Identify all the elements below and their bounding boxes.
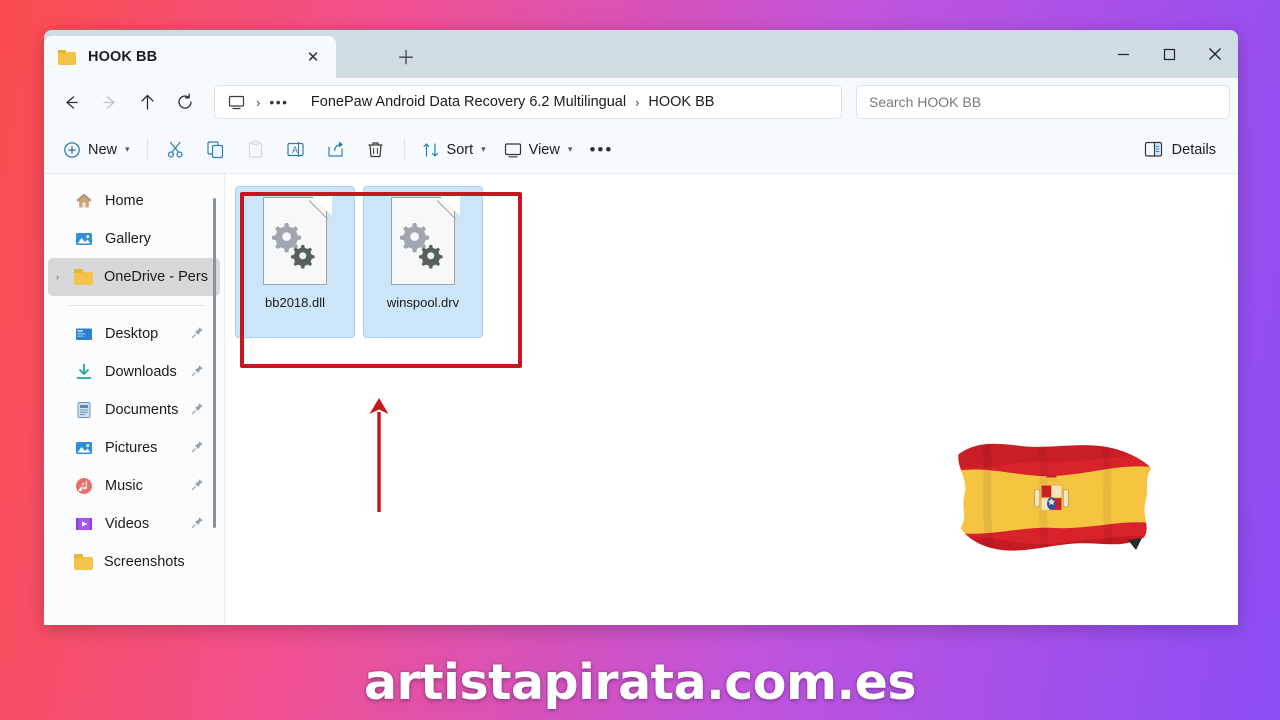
vertical-scrollbar[interactable]: [213, 198, 216, 528]
view-button[interactable]: View ▾: [495, 133, 582, 167]
delete-button[interactable]: [356, 133, 396, 167]
paste-button: [236, 133, 276, 167]
folder-icon: [58, 49, 76, 65]
sidebar-item-label: Documents: [105, 402, 179, 418]
window-body: Home Gallery › OneDrive - Pers Desktop D…: [44, 174, 1238, 625]
navigation-pane: Home Gallery › OneDrive - Pers Desktop D…: [44, 174, 224, 625]
pin-icon[interactable]: [191, 402, 204, 418]
pin-icon[interactable]: [191, 364, 204, 380]
up-arrow-icon[interactable]: [128, 85, 166, 119]
sidebar-item-home[interactable]: Home: [48, 182, 220, 220]
search-input[interactable]: Search HOOK BB: [856, 85, 1230, 119]
address-bar[interactable]: › ••• › FonePaw Android Data Recovery 6.…: [214, 85, 842, 119]
close-icon[interactable]: ✕: [298, 42, 328, 72]
details-button-label: Details: [1171, 141, 1216, 158]
file-name: winspool.drv: [386, 295, 460, 310]
sidebar-item-gallery[interactable]: Gallery: [48, 220, 220, 258]
divider-2: [403, 138, 405, 161]
more-options-icon[interactable]: •••: [581, 133, 621, 167]
chevron-right-icon[interactable]: ›: [56, 272, 59, 282]
downloads-icon: [74, 362, 94, 382]
pin-icon[interactable]: [191, 440, 204, 456]
details-pane-button[interactable]: Details: [1136, 133, 1224, 167]
navigation-bar: › ••• › FonePaw Android Data Recovery 6.…: [44, 78, 1238, 126]
divider: [146, 138, 148, 161]
desktop-icon: [74, 324, 94, 344]
sidebar-item-music[interactable]: Music: [48, 467, 220, 505]
breadcrumb-overflow[interactable]: •••: [269, 94, 288, 110]
svg-text:A: A: [292, 145, 298, 155]
watermark-text: artistapirata.com.es: [363, 654, 917, 711]
sidebar-item-videos[interactable]: Videos: [48, 505, 220, 543]
breadcrumb-separator-2: ›: [635, 94, 640, 110]
pin-icon[interactable]: [191, 478, 204, 494]
refresh-icon[interactable]: [166, 85, 204, 119]
gallery-icon: [74, 229, 94, 249]
sidebar-item-label: Desktop: [105, 326, 159, 342]
system-file-gears-icon: [387, 196, 460, 289]
back-arrow-icon[interactable]: [52, 85, 90, 119]
breadcrumb-item-1[interactable]: HOOK BB: [648, 94, 714, 110]
chevron-down-icon: ▾: [125, 144, 130, 154]
sort-button-label: Sort: [446, 141, 474, 158]
pictures-icon: [74, 438, 94, 458]
breadcrumb-item-0[interactable]: FonePaw Android Data Recovery 6.2 Multil…: [311, 94, 626, 110]
sidebar-item-label: Home: [105, 193, 144, 209]
sidebar-item-onedrive[interactable]: › OneDrive - Pers: [48, 258, 220, 296]
breadcrumb-separator: ›: [256, 94, 261, 110]
onedrive-folder-icon: [74, 269, 93, 285]
documents-icon: [74, 400, 94, 420]
sidebar-item-label: Videos: [105, 516, 150, 532]
title-bar: HOOK BB ✕ ＋: [44, 30, 1238, 78]
sidebar-item-desktop[interactable]: Desktop: [48, 315, 220, 353]
file-list-area[interactable]: bb2018.dll winspool.drv: [225, 174, 1238, 625]
window-controls: [1100, 30, 1238, 78]
sort-button[interactable]: Sort ▾: [413, 133, 495, 167]
sidebar-item-label: Music: [105, 478, 143, 494]
sidebar-item-label: Screenshots: [104, 554, 185, 570]
home-icon: [74, 191, 94, 211]
copy-button[interactable]: [196, 133, 236, 167]
cut-button[interactable]: [156, 133, 196, 167]
sidebar-divider: [68, 305, 206, 306]
screenshot-root: HOOK BB ✕ ＋ › ••• FonePaw Android Data R…: [0, 0, 1280, 720]
music-icon: [74, 476, 94, 496]
command-bar: New ▾ A Sort ▾ View ▾ ••• Details: [44, 126, 1238, 174]
rename-button[interactable]: A: [276, 133, 316, 167]
file-grid: bb2018.dll winspool.drv: [235, 186, 1238, 338]
chevron-down-icon: ▾: [481, 144, 486, 154]
minimize-button[interactable]: [1100, 30, 1146, 78]
explorer-tab[interactable]: HOOK BB ✕: [44, 36, 336, 78]
videos-icon: [74, 514, 94, 534]
sidebar-item-label: Downloads: [105, 364, 177, 380]
maximize-button[interactable]: [1146, 30, 1192, 78]
sidebar-item-pictures[interactable]: Pictures: [48, 429, 220, 467]
pin-icon[interactable]: [191, 326, 204, 342]
plus-icon[interactable]: ＋: [392, 44, 420, 72]
folder-icon: [74, 554, 93, 570]
sidebar-item-screenshots[interactable]: Screenshots: [48, 543, 220, 581]
view-button-label: View: [528, 141, 560, 158]
sidebar-item-label: OneDrive - Pers: [104, 269, 208, 285]
file-item[interactable]: bb2018.dll: [235, 186, 355, 338]
sidebar-item-label: Gallery: [105, 231, 151, 247]
file-name: bb2018.dll: [265, 295, 325, 310]
sidebar-item-label: Pictures: [105, 440, 158, 456]
new-button-label: New: [88, 141, 118, 158]
window-close-button[interactable]: [1192, 30, 1238, 78]
forward-arrow-icon: [90, 85, 128, 119]
pin-icon[interactable]: [191, 516, 204, 532]
system-file-gears-icon: [259, 196, 332, 289]
sidebar-item-downloads[interactable]: Downloads: [48, 353, 220, 391]
share-button[interactable]: [316, 133, 356, 167]
file-item[interactable]: winspool.drv: [363, 186, 483, 338]
chevron-down-icon: ▾: [567, 144, 573, 154]
tab-title: HOOK BB: [88, 49, 158, 65]
sidebar-item-documents[interactable]: Documents: [48, 391, 220, 429]
new-button[interactable]: New ▾: [54, 133, 139, 167]
file-explorer-window: HOOK BB ✕ ＋ › ••• FonePaw Android Data R…: [44, 30, 1238, 625]
this-pc-icon[interactable]: [225, 91, 247, 113]
